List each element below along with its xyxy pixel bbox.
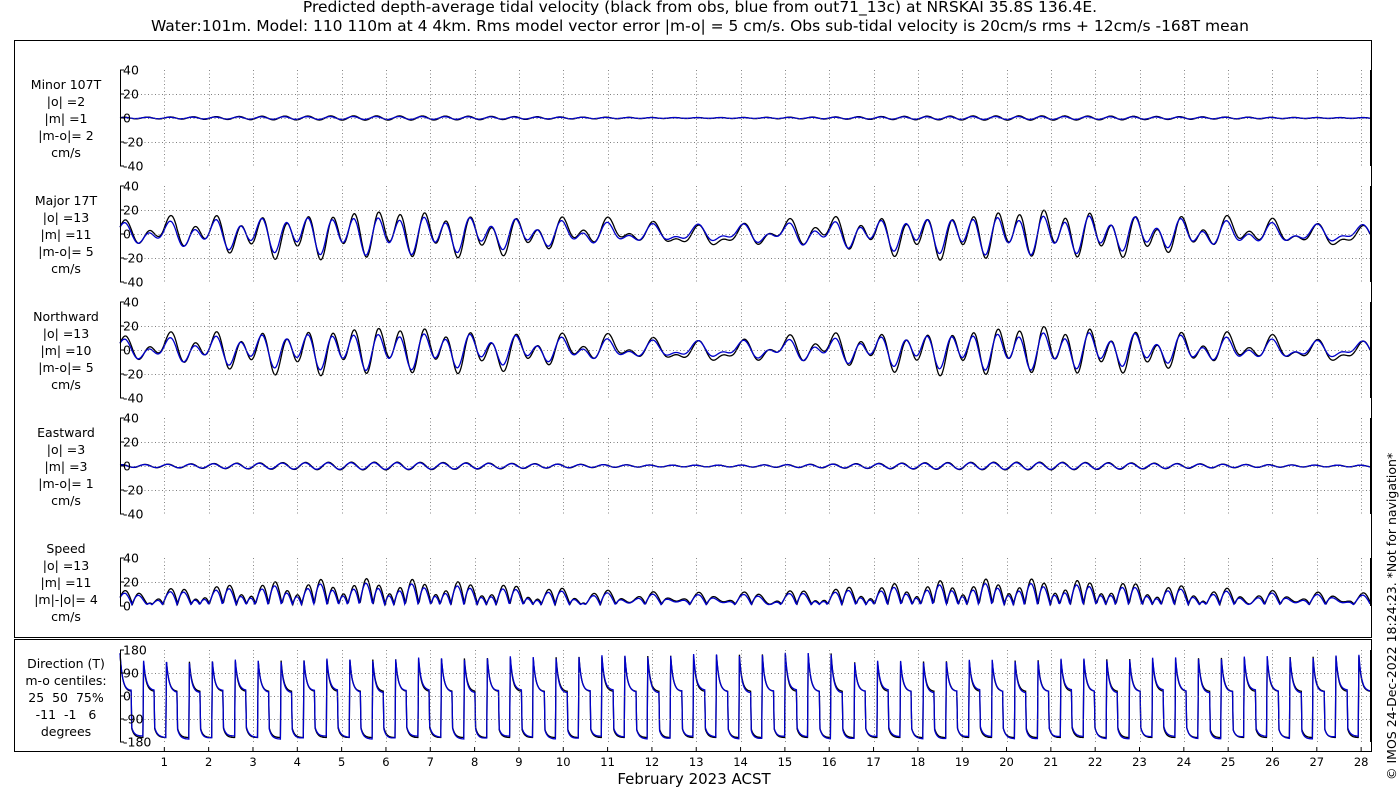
x-tick-label: 23	[1132, 755, 1147, 769]
y-tick-label: 0	[123, 111, 131, 126]
x-tick-label: 2	[205, 755, 212, 769]
x-tick-label: 5	[338, 755, 345, 769]
y-tick-label: 40	[123, 295, 139, 310]
x-tick-label: 14	[733, 755, 748, 769]
y-tick-label: 40	[123, 551, 139, 566]
y-tick-label: 20	[123, 87, 139, 102]
x-tick-label: 21	[1044, 755, 1059, 769]
x-tick-label: 10	[556, 755, 571, 769]
series-model-north	[119, 332, 1371, 372]
x-tick-label: 25	[1221, 755, 1236, 769]
series-obs-north	[119, 325, 1371, 377]
y-tick-label: -180	[123, 735, 151, 750]
x-tick-label: 15	[778, 755, 793, 769]
y-tick-label: 90	[123, 666, 139, 681]
y-tick-label: 0	[123, 459, 131, 474]
y-tick-label: -40	[123, 391, 143, 406]
y-tick-label: 20	[123, 575, 139, 590]
y-tick-label: -20	[123, 251, 143, 266]
y-tick-label: -20	[123, 483, 143, 498]
x-tick-label: 1	[161, 755, 168, 769]
y-tick-label: 0	[123, 599, 131, 614]
y-tick-label: -40	[123, 507, 143, 522]
y-tick-label: 0	[123, 343, 131, 358]
y-tick-label: 20	[123, 319, 139, 334]
x-axis-label: February 2023 ACST	[617, 770, 771, 788]
tidal-velocity-chart: 40200-20-4040200-20-4040200-20-4040200-2…	[14, 40, 1372, 788]
x-tick-label: 4	[294, 755, 301, 769]
series-model-direction	[119, 652, 1371, 740]
y-tick-label: -20	[123, 367, 143, 382]
series-model-major	[119, 215, 1371, 257]
x-tick-label: 12	[645, 755, 660, 769]
x-tick-label: 26	[1265, 755, 1280, 769]
x-tick-label: 20	[999, 755, 1014, 769]
y-tick-label: -40	[123, 159, 143, 174]
x-tick-label: 11	[600, 755, 615, 769]
y-tick-label: 0	[123, 689, 131, 704]
x-tick-label: 24	[1177, 755, 1192, 769]
series-obs-direction	[119, 653, 1371, 739]
y-tick-label: 40	[123, 411, 139, 426]
x-tick-label: 18	[911, 755, 926, 769]
copyright-watermark: © IMOS 24-Dec-2022 18:24:23. *Not for na…	[1384, 452, 1399, 780]
x-tick-label: 16	[822, 755, 837, 769]
x-tick-label: 13	[689, 755, 704, 769]
y-tick-label: 180	[123, 643, 147, 658]
y-tick-label: -20	[123, 135, 143, 150]
y-tick-label: 0	[123, 227, 131, 242]
x-tick-label: 17	[866, 755, 881, 769]
x-tick-label: 27	[1309, 755, 1324, 769]
y-tick-label: 40	[123, 63, 139, 78]
x-tick-label: 6	[382, 755, 389, 769]
x-tick-label: 3	[249, 755, 256, 769]
x-tick-label: 7	[427, 755, 434, 769]
x-tick-label: 9	[515, 755, 522, 769]
y-tick-label: 40	[123, 179, 139, 194]
y-tick-label: -90	[123, 712, 143, 727]
y-tick-label: 20	[123, 435, 139, 450]
x-tick-label: 19	[955, 755, 970, 769]
x-tick-label: 8	[471, 755, 478, 769]
y-tick-label: -40	[123, 275, 143, 290]
series-model-east	[120, 462, 1370, 471]
x-tick-label: 22	[1088, 755, 1103, 769]
y-tick-label: 20	[123, 203, 139, 218]
x-tick-label: 28	[1354, 755, 1369, 769]
